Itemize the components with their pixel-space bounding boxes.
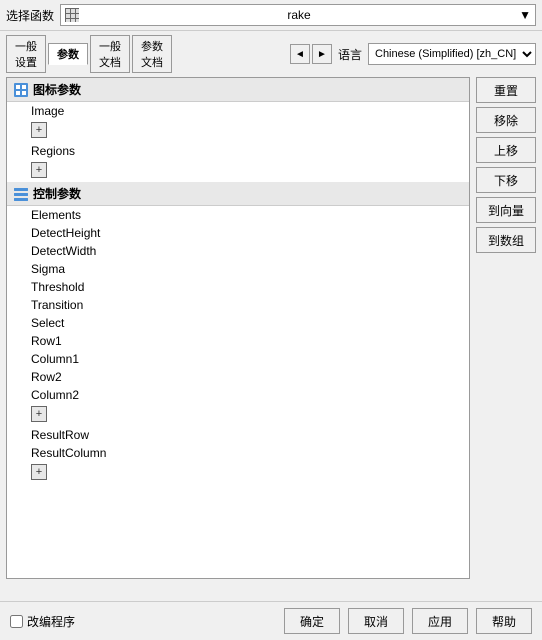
params-panel: 图标参数 Image + Regions + 控制参数 Elements Det… — [6, 77, 470, 579]
select-function-label: 选择函数 — [6, 7, 54, 24]
help-button[interactable]: 帮助 — [476, 608, 532, 634]
control-add-btn[interactable]: + — [31, 406, 47, 422]
result-add-btn[interactable]: + — [31, 464, 47, 480]
bottom-bar: 改编程序 确定 取消 应用 帮助 — [0, 601, 542, 640]
image-add-row: + — [7, 120, 469, 142]
list-item[interactable]: Select — [7, 314, 469, 332]
top-bar: 选择函数 rake ▼ — [0, 0, 542, 31]
nav-arrows: ◄ ► — [290, 44, 332, 64]
regions-add-btn[interactable]: + — [31, 162, 47, 178]
result-add-row: + — [7, 462, 469, 484]
nav-back-btn[interactable]: ◄ — [290, 44, 310, 64]
image-add-btn[interactable]: + — [31, 122, 47, 138]
up-button[interactable]: 上移 — [476, 137, 536, 163]
reset-button[interactable]: 重置 — [476, 77, 536, 103]
edit-program-label[interactable]: 改编程序 — [27, 613, 75, 630]
grid-icon — [65, 8, 79, 22]
list-item[interactable]: Row2 — [7, 368, 469, 386]
language-label: 语言 — [338, 46, 362, 63]
list-item[interactable]: DetectHeight — [7, 224, 469, 242]
list-item[interactable]: Sigma — [7, 260, 469, 278]
list-item[interactable]: ResultColumn — [7, 444, 469, 462]
list-item[interactable]: Threshold — [7, 278, 469, 296]
icon-params-icon — [13, 82, 29, 98]
list-item[interactable]: Regions — [7, 142, 469, 160]
tabs-row: 一般设置 参数 一般文档 参数文档 ◄ ► 语言 Chinese (Simpli… — [0, 31, 542, 73]
down-button[interactable]: 下移 — [476, 167, 536, 193]
regions-add-row: + — [7, 160, 469, 182]
cancel-button[interactable]: 取消 — [348, 608, 404, 634]
main-area: 图标参数 Image + Regions + 控制参数 Elements Det… — [0, 73, 542, 583]
control-add-row: + — [7, 404, 469, 426]
to-group-button[interactable]: 到数组 — [476, 227, 536, 253]
control-params-header: 控制参数 — [7, 182, 469, 206]
function-select[interactable]: rake ▼ — [60, 4, 536, 26]
right-panel: 重置 移除 上移 下移 到向量 到数组 — [476, 77, 536, 579]
control-params-icon — [13, 186, 29, 202]
list-item[interactable]: Column2 — [7, 386, 469, 404]
checkbox-area: 改编程序 — [10, 613, 276, 630]
edit-program-checkbox[interactable] — [10, 615, 23, 628]
control-params-title: 控制参数 — [33, 185, 81, 202]
icon-params-title: 图标参数 — [33, 81, 81, 98]
list-item[interactable]: ResultRow — [7, 426, 469, 444]
list-item[interactable]: Column1 — [7, 350, 469, 368]
ok-button[interactable]: 确定 — [284, 608, 340, 634]
list-item[interactable]: Elements — [7, 206, 469, 224]
remove-button[interactable]: 移除 — [476, 107, 536, 133]
language-area: ◄ ► 语言 Chinese (Simplified) [zh_CN] — [290, 43, 536, 65]
to-vector-button[interactable]: 到向量 — [476, 197, 536, 223]
nav-forward-btn[interactable]: ► — [312, 44, 332, 64]
dropdown-arrow: ▼ — [519, 8, 531, 22]
tab-general-docs[interactable]: 一般文档 — [90, 35, 130, 73]
tab-general-settings[interactable]: 一般设置 — [6, 35, 46, 73]
list-item[interactable]: Image — [7, 102, 469, 120]
language-select[interactable]: Chinese (Simplified) [zh_CN] — [368, 43, 536, 65]
function-select-value: rake — [287, 8, 310, 22]
icon-params-header: 图标参数 — [7, 78, 469, 102]
tab-params-docs[interactable]: 参数文档 — [132, 35, 172, 73]
apply-button[interactable]: 应用 — [412, 608, 468, 634]
list-item[interactable]: Row1 — [7, 332, 469, 350]
tab-params[interactable]: 参数 — [48, 43, 88, 65]
list-item[interactable]: DetectWidth — [7, 242, 469, 260]
list-item[interactable]: Transition — [7, 296, 469, 314]
